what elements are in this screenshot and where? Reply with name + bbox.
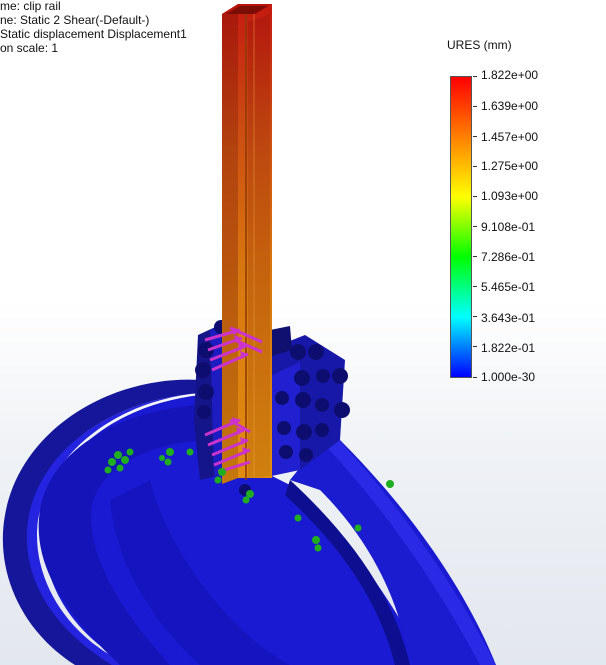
tick-mark — [473, 316, 477, 317]
legend-tick-label: 1.639e+00 — [481, 99, 539, 113]
tick-mark — [473, 196, 477, 197]
legend-tick-label: 1.000e-30 — [481, 370, 536, 384]
legend-tick-label: 1.093e+00 — [481, 189, 539, 203]
tick-mark — [473, 106, 477, 107]
tick-mark — [473, 136, 477, 137]
legend-title: URES (mm) — [447, 38, 512, 52]
color-scale-bar — [450, 76, 472, 378]
legend-tick-label: 7.286e-01 — [481, 250, 536, 264]
legend-tick-label: 1.822e+00 — [481, 68, 539, 82]
tick-mark — [473, 256, 477, 257]
tick-mark — [473, 377, 477, 378]
tick-mark — [473, 226, 477, 227]
tick-mark — [473, 76, 477, 77]
tick-mark — [473, 286, 477, 287]
legend-tick-label: 5.465e-01 — [481, 280, 536, 294]
vertical-clip-rail[interactable] — [222, 4, 272, 484]
legend-tick-label: 1.275e+00 — [481, 159, 539, 173]
legend-tick-label: 9.108e-01 — [481, 220, 536, 234]
legend-tick-label: 3.643e-01 — [481, 311, 536, 325]
legend-tick-label: 1.822e-01 — [481, 341, 536, 355]
results-legend: URES (mm) 1.822e+00 1.639e+00 1.457e+00 … — [447, 38, 602, 388]
tick-mark — [473, 166, 477, 167]
tick-mark — [473, 346, 477, 347]
legend-tick-label: 1.457e+00 — [481, 130, 539, 144]
